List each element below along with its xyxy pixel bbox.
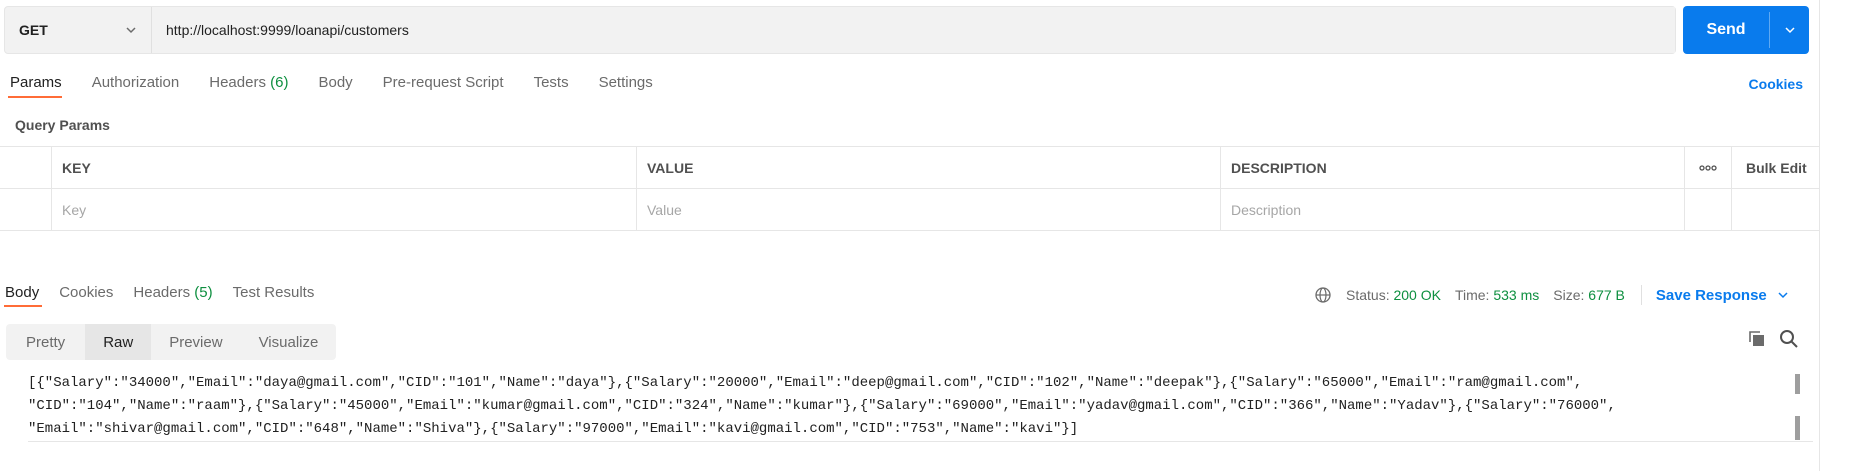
save-response-button[interactable]: Save Response — [1656, 287, 1789, 304]
request-bar: GET — [4, 6, 1676, 54]
value-column-header: VALUE — [637, 147, 1221, 188]
response-body[interactable]: [{"Salary":"34000","Email":"daya@gmail.c… — [28, 372, 1813, 442]
chevron-down-icon — [1784, 27, 1795, 34]
key-column-header: KEY — [52, 147, 637, 188]
status-value: 200 OK — [1393, 287, 1441, 303]
send-button[interactable]: Send — [1683, 6, 1769, 54]
response-tab-test-results[interactable]: Test Results — [233, 284, 315, 301]
response-status-bar: Status: 200 OK Time: 533 ms Size: 677 B … — [1314, 285, 1789, 305]
key-input[interactable]: Key — [52, 189, 637, 230]
panel-divider — [1819, 0, 1820, 471]
params-table: KEY VALUE DESCRIPTION Bulk Edit Key Valu… — [0, 146, 1820, 231]
active-tab-indicator — [8, 96, 62, 98]
tab-body[interactable]: Body — [318, 74, 352, 98]
chevron-down-icon — [1778, 292, 1788, 299]
search-icon[interactable] — [1779, 329, 1799, 349]
format-visualize[interactable]: Visualize — [241, 324, 337, 360]
response-tab-headers[interactable]: Headers (5) — [133, 284, 212, 301]
tab-params[interactable]: Params — [10, 74, 62, 98]
value-input[interactable]: Value — [637, 189, 1221, 230]
method-select[interactable]: GET — [5, 7, 152, 53]
status-divider — [1640, 285, 1642, 305]
cookies-link[interactable]: Cookies — [1749, 76, 1803, 92]
response-tab-body[interactable]: Body — [5, 284, 39, 301]
copy-icon[interactable] — [1747, 329, 1767, 349]
row-checkbox — [0, 189, 52, 230]
time-label: Time: — [1454, 287, 1490, 303]
format-pretty[interactable]: Pretty — [6, 324, 85, 360]
query-params-title: Query Params — [15, 117, 110, 133]
size-value: 677 B — [1588, 287, 1625, 303]
format-preview[interactable]: Preview — [151, 324, 240, 360]
response-tabs: Body Cookies Headers (5) Test Results — [5, 284, 334, 301]
checkbox-column — [0, 147, 52, 188]
response-body-line-1: [{"Salary":"34000","Email":"daya@gmail.c… — [28, 375, 1583, 391]
table-row: Key Value Description — [0, 189, 1820, 231]
headers-count: (6) — [270, 74, 289, 91]
status-label: Status: — [1346, 287, 1390, 303]
response-headers-count: (5) — [194, 284, 213, 301]
tab-pre-request-script[interactable]: Pre-request Script — [383, 74, 504, 98]
tab-authorization[interactable]: Authorization — [92, 74, 180, 98]
row-spacer — [1685, 189, 1732, 230]
response-tab-cookies[interactable]: Cookies — [59, 284, 113, 301]
request-tabs: Params Authorization Headers (6) Body Pr… — [10, 74, 683, 98]
row-spacer-end — [1732, 189, 1820, 230]
tab-headers[interactable]: Headers (6) — [209, 74, 288, 98]
response-format-tabs: Pretty Raw Preview Visualize — [6, 324, 337, 360]
more-options-button[interactable] — [1685, 147, 1732, 188]
table-header-row: KEY VALUE DESCRIPTION Bulk Edit — [0, 147, 1820, 189]
response-active-tab-indicator — [4, 305, 42, 307]
globe-icon[interactable] — [1314, 286, 1332, 304]
send-button-group: Send — [1683, 6, 1809, 54]
chevron-down-icon — [126, 27, 136, 34]
tab-tests[interactable]: Tests — [534, 74, 569, 98]
send-options-dropdown[interactable] — [1770, 6, 1809, 54]
more-horizontal-icon — [1699, 164, 1717, 171]
format-raw[interactable]: Raw — [85, 324, 152, 360]
bulk-edit-button[interactable]: Bulk Edit — [1732, 147, 1820, 188]
description-input[interactable]: Description — [1221, 189, 1685, 230]
response-body-line-2: "CID":"104","Name":"raam"},{"Salary":"45… — [28, 398, 1616, 414]
response-body-line-3: "Email":"shivar@gmail.com","CID":"648","… — [28, 421, 1079, 437]
size-label: Size: — [1553, 287, 1585, 303]
method-label: GET — [19, 22, 48, 38]
time-value: 533 ms — [1493, 287, 1540, 303]
tab-settings[interactable]: Settings — [599, 74, 653, 98]
response-actions — [1747, 329, 1799, 349]
url-input[interactable] — [152, 7, 1675, 53]
response-scrollbar[interactable] — [1795, 372, 1801, 442]
description-column-header: DESCRIPTION — [1221, 147, 1685, 188]
